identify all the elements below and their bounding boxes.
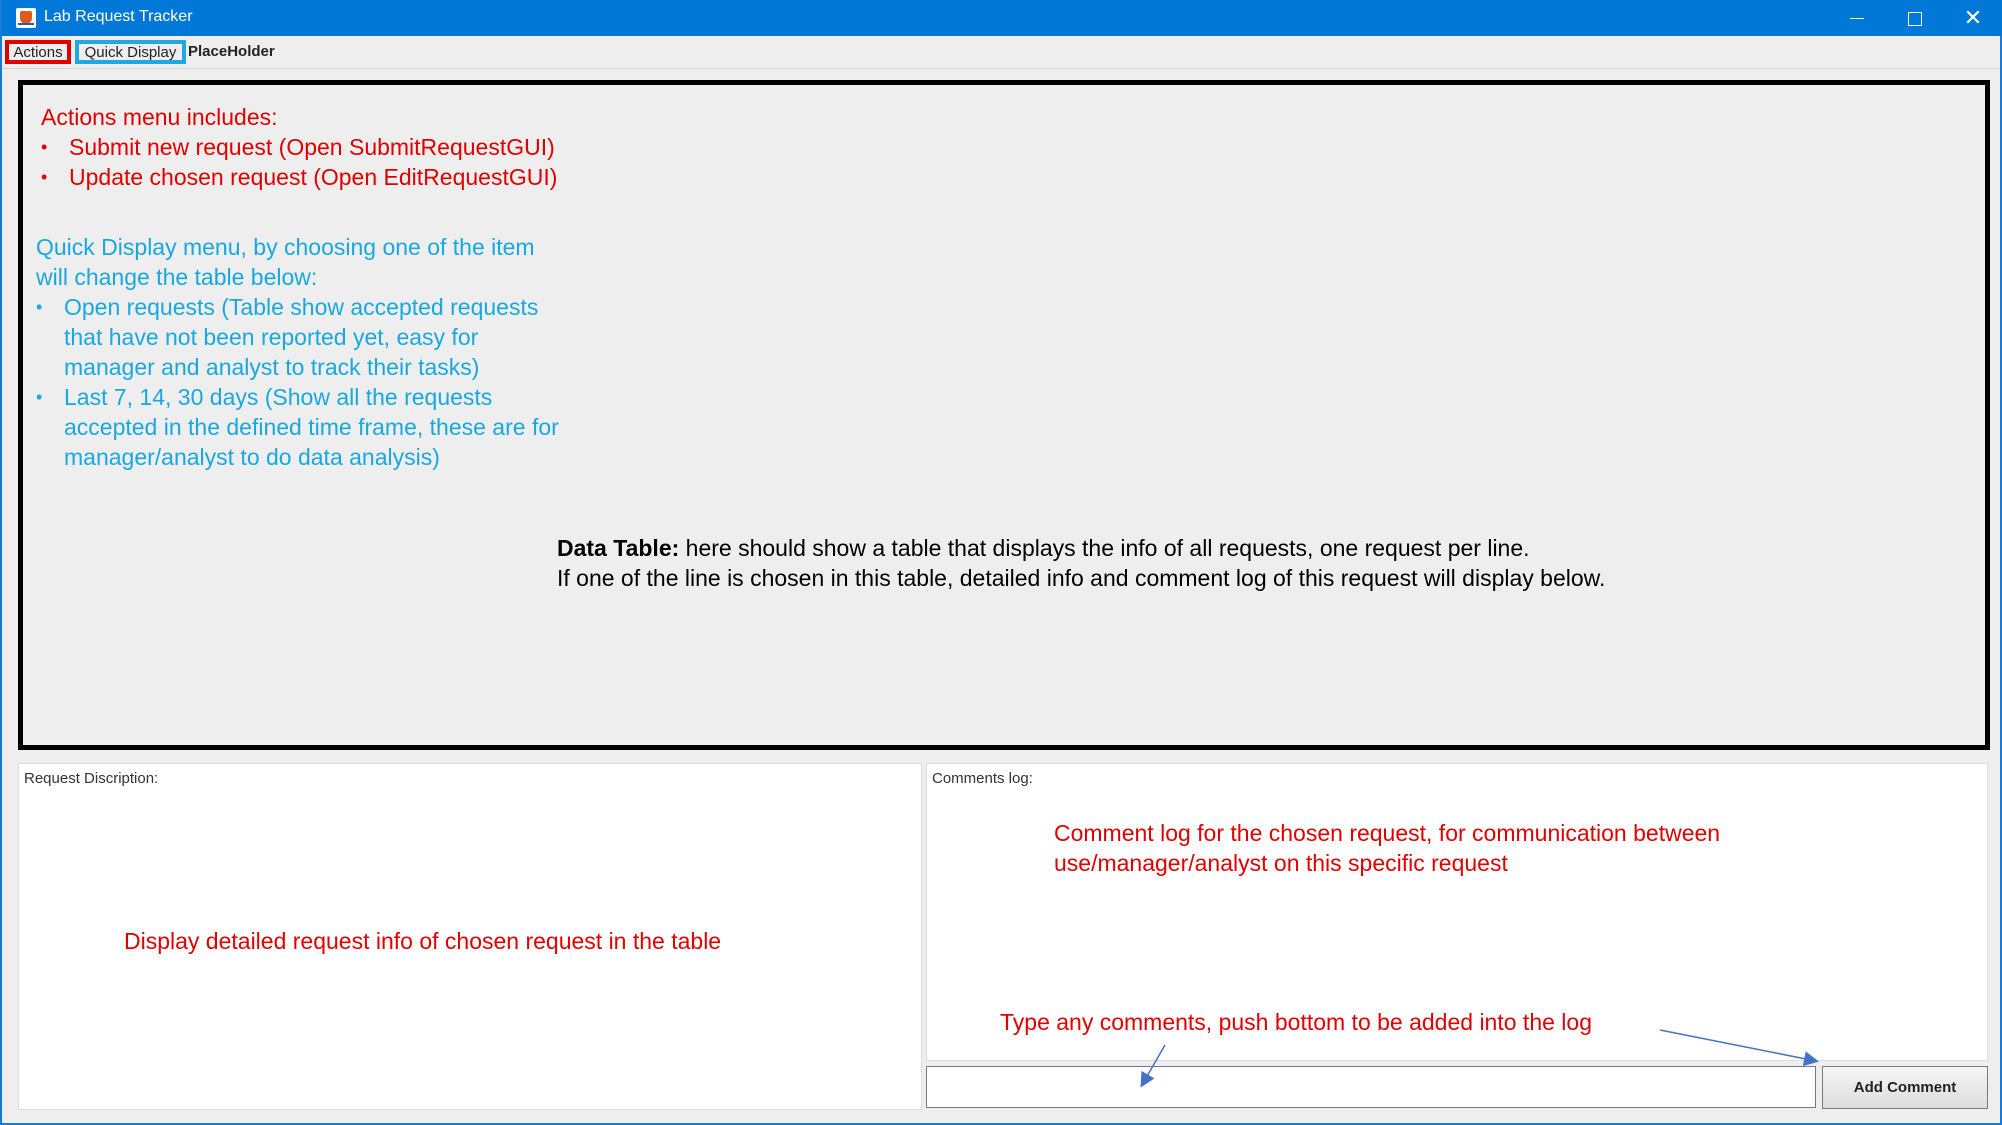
java-app-icon [16, 8, 36, 28]
close-button[interactable]: ✕ [1944, 0, 2002, 36]
quick-display-item-text: manager/analyst to do data analysis) [64, 444, 440, 470]
minimize-icon [1850, 18, 1864, 20]
data-table-note: Data Table: here should show a table tha… [557, 533, 1605, 593]
title-bar[interactable]: Lab Request Tracker ✕ [2, 0, 2002, 36]
data-table-panel[interactable]: Actions menu includes: Submit new reques… [18, 80, 1990, 750]
data-table-note-text: here should show a table that displays t… [679, 535, 1530, 561]
window-title: Lab Request Tracker [44, 8, 193, 25]
quick-display-heading: will change the table below: [36, 264, 318, 290]
comments-log-label: Comments log: [932, 770, 1033, 787]
comments-log-note: Comment log for the chosen request, for … [1054, 818, 1720, 878]
menu-quick-display[interactable]: Quick Display [75, 40, 186, 64]
add-comment-button[interactable]: Add Comment [1822, 1066, 1988, 1109]
comment-input[interactable] [926, 1066, 1816, 1108]
quick-display-item-text: that have not been reported yet, easy fo… [64, 324, 479, 350]
maximize-button[interactable] [1886, 0, 1944, 36]
quick-display-heading: Quick Display menu, by choosing one of t… [36, 234, 535, 260]
maximize-icon [1908, 11, 1922, 26]
actions-menu-heading: Actions menu includes: [41, 104, 278, 130]
quick-display-item-text: Open requests (Table show accepted reque… [64, 294, 539, 320]
menu-bar: Actions Quick Display PlaceHolder [2, 36, 2000, 69]
data-table-note-bold: Data Table: [557, 535, 680, 561]
close-icon: ✕ [1963, 5, 1983, 30]
actions-menu-item: Update chosen request (Open EditRequestG… [41, 162, 557, 192]
quick-display-item-text: manager and analyst to track their tasks… [64, 354, 480, 380]
comments-log-note-line: Comment log for the chosen request, for … [1054, 820, 1721, 846]
description-note: Display detailed request info of chosen … [124, 928, 722, 954]
menu-actions[interactable]: Actions [5, 40, 71, 64]
actions-menu-note: Actions menu includes: Submit new reques… [41, 102, 557, 192]
data-table-note-line: If one of the line is chosen in this tab… [557, 565, 1606, 591]
quick-display-item: Open requests (Table show accepted reque… [36, 292, 559, 382]
request-description-panel[interactable]: Request Discription: Display detailed re… [18, 763, 922, 1110]
quick-display-item-text: accepted in the defined time frame, thes… [64, 414, 559, 440]
minimize-button[interactable] [1828, 0, 1886, 36]
data-table-note-line: Data Table: here should show a table tha… [557, 533, 1605, 563]
comment-input-note: Type any comments, push bottom to be add… [1000, 1009, 1592, 1035]
actions-menu-item: Submit new request (Open SubmitRequestGU… [41, 132, 557, 162]
quick-display-item: Last 7, 14, 30 days (Show all the reques… [36, 382, 559, 472]
comments-log-note-line: use/manager/analyst on this specific req… [1054, 850, 1508, 876]
quick-display-note: Quick Display menu, by choosing one of t… [36, 232, 559, 472]
quick-display-item-text: Last 7, 14, 30 days (Show all the reques… [64, 384, 493, 410]
app-window: Lab Request Tracker ✕ Actions Quick Disp… [0, 0, 2002, 1125]
request-description-label: Request Discription: [24, 770, 159, 787]
menu-placeholder[interactable]: PlaceHolder [188, 40, 288, 64]
